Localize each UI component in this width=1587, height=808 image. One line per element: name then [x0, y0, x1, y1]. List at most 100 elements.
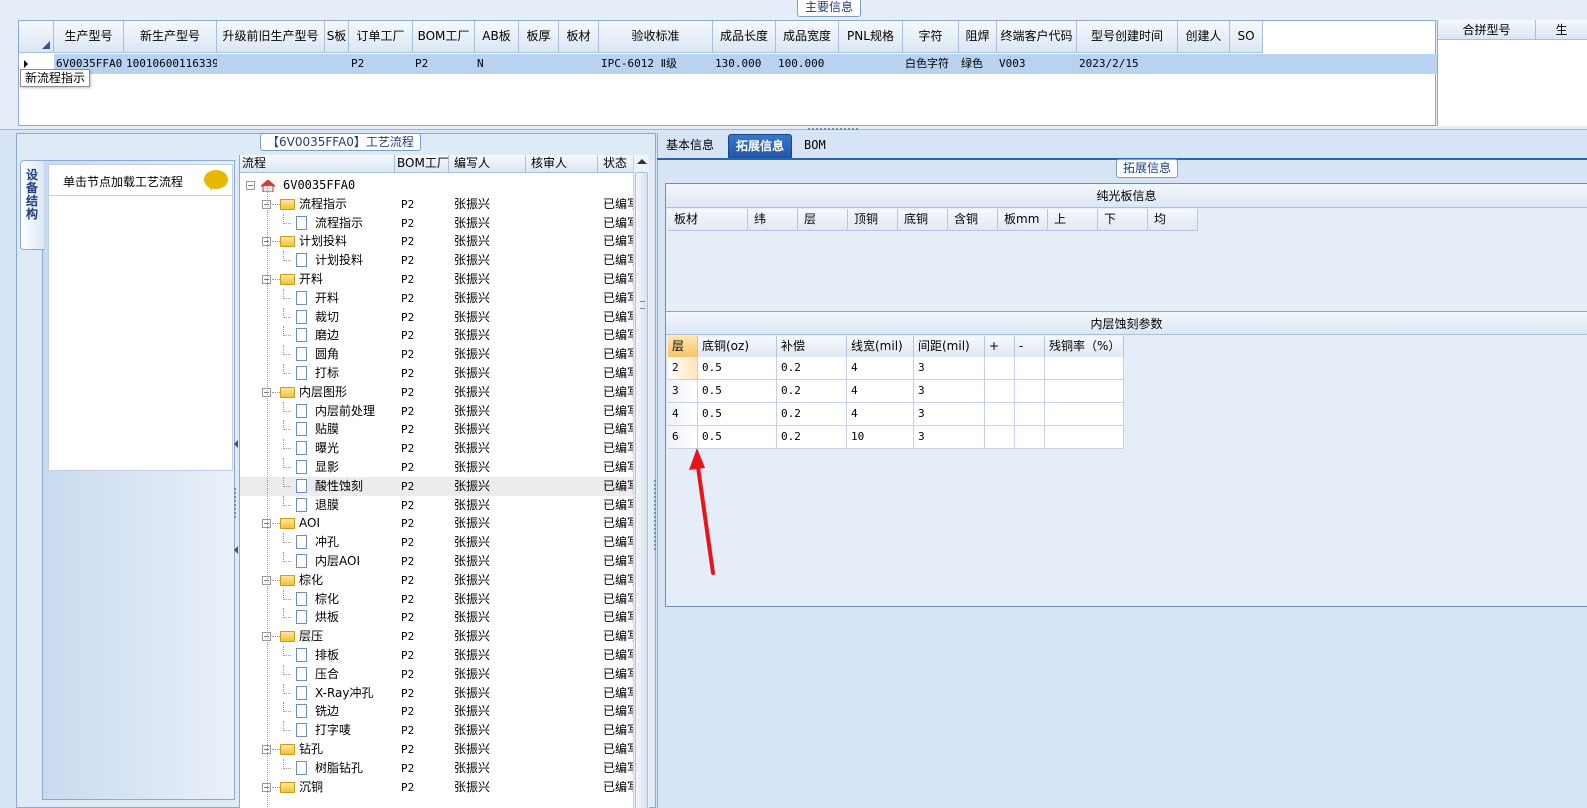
- column-header-8[interactable]: 板材: [559, 21, 599, 53]
- etch-cell[interactable]: 0.2: [777, 403, 847, 426]
- etch-cell[interactable]: [1045, 403, 1124, 426]
- main-row-cell-5[interactable]: P2: [413, 54, 475, 74]
- column-header-4[interactable]: 订单工厂: [349, 21, 413, 53]
- tree-row[interactable]: 退膜 P2 张振兴 已编写: [240, 495, 634, 515]
- column-header-17[interactable]: 创建人: [1178, 21, 1230, 53]
- column-header-14[interactable]: 阻焊: [959, 21, 997, 53]
- tree-header-bom[interactable]: BOM工厂: [395, 155, 449, 173]
- bare-board-column-5[interactable]: 含铜: [948, 209, 998, 231]
- column-header-18[interactable]: SO: [1230, 21, 1263, 53]
- etch-cell[interactable]: [985, 380, 1015, 403]
- tree-header-flow[interactable]: 流程: [240, 155, 395, 173]
- etch-column-6[interactable]: -: [1015, 336, 1045, 358]
- horizontal-splitter-grip[interactable]: [808, 128, 858, 132]
- tree-row[interactable]: 裁切 P2 张振兴 已编写: [240, 307, 634, 327]
- tree-row[interactable]: 内层前处理 P2 张振兴 已编写: [240, 401, 634, 421]
- tree-row[interactable]: 圆角 P2 张振兴 已编写: [240, 345, 634, 364]
- tree-row[interactable]: −计划投料P2张振兴已编写: [240, 232, 634, 251]
- etch-column-1[interactable]: 底铜(oz): [698, 336, 777, 358]
- tree-row[interactable]: 曝光 P2 张振兴 已编写: [240, 439, 634, 458]
- bare-board-column-6[interactable]: 板mm: [998, 209, 1048, 231]
- etch-cell[interactable]: [1015, 403, 1045, 426]
- tree-row[interactable]: −棕化P2张振兴已编写: [240, 571, 634, 590]
- tree-header-status[interactable]: 状态: [598, 155, 634, 173]
- process-tree[interactable]: 流程 BOM工厂 编写人 核审人 状态 − 6V0035FFA0− 流程指示 P2 张振…: [239, 155, 649, 808]
- etch-cell[interactable]: [1015, 357, 1045, 380]
- tree-row[interactable]: −层压P2张振兴已编写: [240, 627, 634, 646]
- main-row-cell-12[interactable]: [839, 54, 903, 74]
- etch-cell[interactable]: [1015, 426, 1045, 449]
- etch-cell[interactable]: [985, 403, 1015, 426]
- tree-row[interactable]: 铣边 P2 张振兴 已编写: [240, 702, 634, 721]
- tree-row[interactable]: 压合 P2 张振兴 已编写: [240, 664, 634, 684]
- etch-cell[interactable]: 0.5: [698, 403, 777, 426]
- main-row-cell-1[interactable]: 10010600116339: [124, 54, 217, 74]
- etch-column-3[interactable]: 线宽(mil): [847, 336, 914, 358]
- etch-cell[interactable]: 0.2: [777, 357, 847, 380]
- merge-model-header[interactable]: 合拼型号: [1438, 20, 1536, 40]
- etch-cell[interactable]: 3: [914, 380, 985, 403]
- node-header[interactable]: 单击节点加载工艺流程: [48, 164, 233, 196]
- column-header-6[interactable]: AB板: [475, 21, 519, 53]
- column-header-9[interactable]: 验收标准: [599, 21, 713, 53]
- tree-row[interactable]: 贴膜 P2 张振兴 已编写: [240, 420, 634, 439]
- bare-board-column-0[interactable]: 板材: [668, 209, 748, 231]
- side-tab-device-structure[interactable]: 设备结构: [20, 160, 44, 250]
- main-row-cell-14[interactable]: 绿色: [959, 54, 997, 74]
- column-header-12[interactable]: PNL规格: [839, 21, 903, 53]
- tree-row[interactable]: 排板 P2 张振兴 已编写: [240, 646, 634, 665]
- tab-bom[interactable]: BOM: [797, 134, 833, 159]
- column-header-7[interactable]: 板厚: [519, 21, 559, 53]
- column-header-15[interactable]: 终端客户代码: [997, 21, 1077, 53]
- main-row-cell-3[interactable]: [325, 54, 349, 74]
- tree-header-author[interactable]: 编写人: [449, 155, 526, 173]
- column-header-2[interactable]: 升级前旧生产型号: [217, 21, 325, 53]
- main-row-cell-10[interactable]: 130.000: [713, 54, 776, 74]
- etch-cell[interactable]: 2: [668, 357, 698, 380]
- bare-board-column-2[interactable]: 层: [798, 209, 848, 231]
- tree-row[interactable]: 打标 P2 张振兴 已编写: [240, 364, 634, 383]
- column-header-11[interactable]: 成品宽度: [776, 21, 839, 53]
- tree-row[interactable]: 酸性蚀刻 P2 张振兴 已编写: [240, 476, 634, 496]
- etch-cell[interactable]: 0.5: [698, 380, 777, 403]
- column-header-3[interactable]: S板: [325, 21, 349, 53]
- etch-cell[interactable]: 0.2: [777, 380, 847, 403]
- tree-header-reviewer[interactable]: 核审人: [526, 155, 598, 173]
- bare-board-column-3[interactable]: 顶铜: [848, 209, 898, 231]
- tree-row[interactable]: 开料 P2 张振兴 已编写: [240, 288, 634, 308]
- tree-row[interactable]: −流程指示P2张振兴已编写: [240, 195, 634, 214]
- etch-cell[interactable]: [1045, 380, 1124, 403]
- tree-row[interactable]: X-Ray冲孔 P2 张振兴 已编写: [240, 683, 634, 703]
- main-row-cell-18[interactable]: [1230, 54, 1263, 74]
- tree-row[interactable]: 烘板 P2 张振兴 已编写: [240, 608, 634, 627]
- etch-cell[interactable]: [985, 426, 1015, 449]
- etch-cell[interactable]: 3: [914, 426, 985, 449]
- grid-corner[interactable]: [19, 21, 54, 53]
- etch-cell[interactable]: 4: [847, 357, 914, 380]
- etch-cell[interactable]: 3: [914, 357, 985, 380]
- merge-second-header[interactable]: 生: [1536, 20, 1587, 40]
- tab-extended-info[interactable]: 拓展信息: [728, 134, 793, 159]
- scroll-up-arrow-icon[interactable]: [637, 159, 647, 164]
- node-list[interactable]: [48, 196, 233, 471]
- etch-column-7[interactable]: 残铜率（%）: [1045, 336, 1124, 358]
- tree-row[interactable]: 打字唛 P2 张振兴 已编写: [240, 721, 634, 740]
- etch-cell[interactable]: 0.2: [777, 426, 847, 449]
- etch-cell[interactable]: 4: [847, 380, 914, 403]
- tree-row[interactable]: 计划投料 P2 张振兴 已编写: [240, 251, 634, 270]
- tree-row[interactable]: −开料P2张振兴已编写: [240, 270, 634, 289]
- etch-cell[interactable]: 3: [914, 403, 985, 426]
- tree-row[interactable]: −沉铜P2张振兴已编写: [240, 778, 634, 797]
- etch-cell[interactable]: [1045, 357, 1124, 380]
- tree-row[interactable]: −AOIP2张振兴已编写: [240, 514, 634, 533]
- bare-board-column-8[interactable]: 下: [1098, 209, 1148, 231]
- main-row-cell-2[interactable]: [217, 54, 325, 74]
- tree-row[interactable]: −内层图形P2张振兴已编写: [240, 383, 634, 402]
- etch-column-0[interactable]: 层: [668, 336, 698, 358]
- column-header-5[interactable]: BOM工厂: [413, 21, 475, 53]
- main-row-cell-17[interactable]: [1178, 54, 1230, 74]
- main-row-cell-8[interactable]: [559, 54, 599, 74]
- tree-row[interactable]: 树脂钻孔 P2 张振兴 已编写: [240, 758, 634, 778]
- bare-board-column-1[interactable]: 纬: [748, 209, 798, 231]
- etch-column-5[interactable]: +: [985, 336, 1015, 358]
